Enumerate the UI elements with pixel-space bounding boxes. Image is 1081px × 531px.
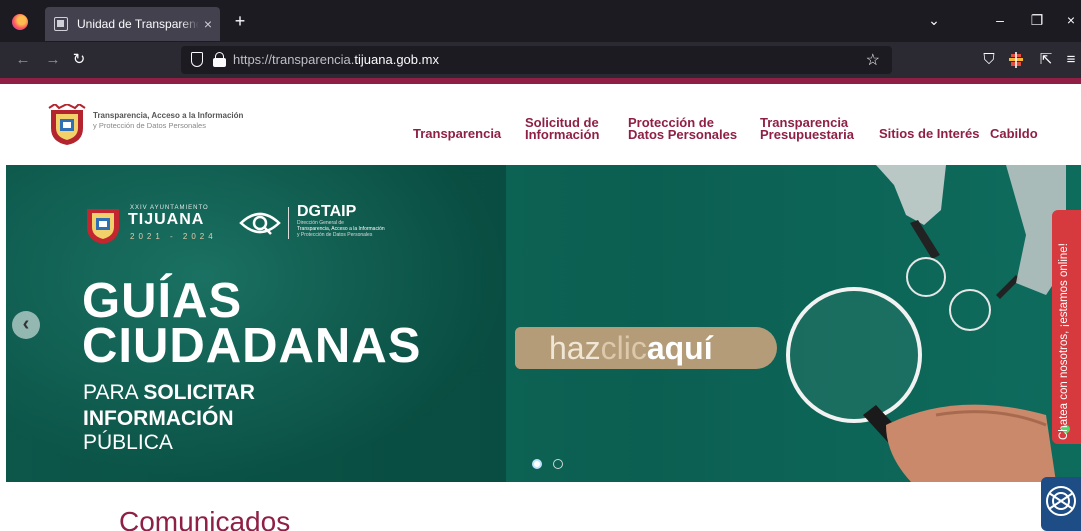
close-window-button[interactable]: ×	[1061, 12, 1081, 28]
tijuana-crest-logo[interactable]	[47, 104, 87, 146]
address-bar[interactable]: https://transparencia.tijuana.gob.mx ☆	[181, 46, 892, 74]
firefox-icon	[12, 14, 28, 30]
extension-colorful-icon[interactable]	[1008, 52, 1024, 68]
tab-list-icon[interactable]: ⌄	[924, 12, 944, 29]
nav-transparencia-presupuestaria[interactable]: Transparencia Presupuestaria	[760, 116, 870, 141]
bookmark-star-icon[interactable]: ☆	[866, 50, 880, 70]
site-header: Transparencia, Acceso a la Información y…	[0, 84, 1081, 165]
years-label: 2021 - 2024	[130, 232, 217, 241]
forward-button[interactable]: →	[43, 51, 63, 69]
carousel-dot-1[interactable]	[532, 459, 542, 469]
restore-button[interactable]: ❐	[1027, 12, 1047, 29]
dgtaip-label: DGTAIP	[297, 203, 357, 220]
nav-proteccion-datos[interactable]: Protección de Datos Personales	[628, 116, 738, 141]
hero-subtitle-line2: INFORMACIÓN	[83, 407, 234, 430]
dgtaip-line3: y Protección de Datos Personales	[297, 232, 373, 238]
hero-title-line1: GUÍAS	[82, 274, 243, 328]
hero-title-line2: CIUDADANAS	[82, 319, 422, 373]
accessibility-icon	[1046, 486, 1076, 516]
eye-icon	[239, 212, 281, 235]
carousel-prev-button[interactable]: ‹	[12, 311, 40, 339]
haz-clic-aqui-button[interactable]: hazclicaquí	[515, 327, 777, 369]
tab-title: Unidad de Transparencia Tijuana	[77, 17, 199, 31]
city-label: TIJUANA	[128, 211, 205, 228]
nav-transparencia[interactable]: Transparencia	[413, 127, 501, 140]
nav-solicitud-informacion[interactable]: Solicitud de Información	[525, 116, 605, 141]
logo-subtitle: y Protección de Datos Personales	[93, 121, 206, 130]
minimize-button[interactable]: –	[990, 12, 1010, 28]
reload-button[interactable]: ↻	[69, 51, 89, 69]
hero-subtitle-line3: PÚBLICA	[83, 431, 173, 454]
browser-tab[interactable]: Unidad de Transparencia Tijuana ×	[45, 7, 220, 41]
pocket-icon[interactable]: ⛉	[979, 51, 999, 69]
back-button[interactable]: ←	[13, 51, 33, 69]
nav-sitios-interes[interactable]: Sitios de Interés	[879, 127, 979, 140]
tab-close-icon[interactable]: ×	[204, 7, 212, 41]
menu-icon[interactable]: ≡	[1061, 51, 1081, 69]
url-text[interactable]: https://transparencia.tijuana.gob.mx	[233, 52, 439, 67]
chat-label[interactable]: Chatea con nosotros, ¡estamos online!	[1058, 243, 1070, 440]
hero-carousel[interactable]: XXIV AYUNTAMIENTO TIJUANA 2021 - 2024 DG…	[6, 165, 1081, 482]
shield-icon[interactable]	[191, 52, 203, 67]
hero-subtitle-line1: PARA SOLICITAR	[83, 381, 255, 404]
lock-icon[interactable]	[213, 52, 226, 67]
logo-title: Transparencia, Acceso a la Información	[93, 111, 244, 120]
section-title: Comunicados	[119, 506, 291, 531]
accessibility-button[interactable]	[1041, 477, 1081, 531]
browser-toolbar: ← → ↻ https://transparencia.tijuana.gob.…	[0, 42, 1081, 78]
carousel-dot-2[interactable]	[553, 459, 563, 469]
nav-cabildo[interactable]: Cabildo	[990, 127, 1038, 140]
logo-divider	[288, 207, 289, 239]
page-icon	[54, 17, 68, 31]
extension-icon[interactable]: ⇱	[1036, 51, 1056, 69]
browser-tab-bar: Unidad de Transparencia Tijuana × + ⌄ – …	[0, 0, 1081, 42]
tijuana-crest-icon	[87, 209, 119, 244]
new-tab-button[interactable]: +	[229, 10, 251, 32]
